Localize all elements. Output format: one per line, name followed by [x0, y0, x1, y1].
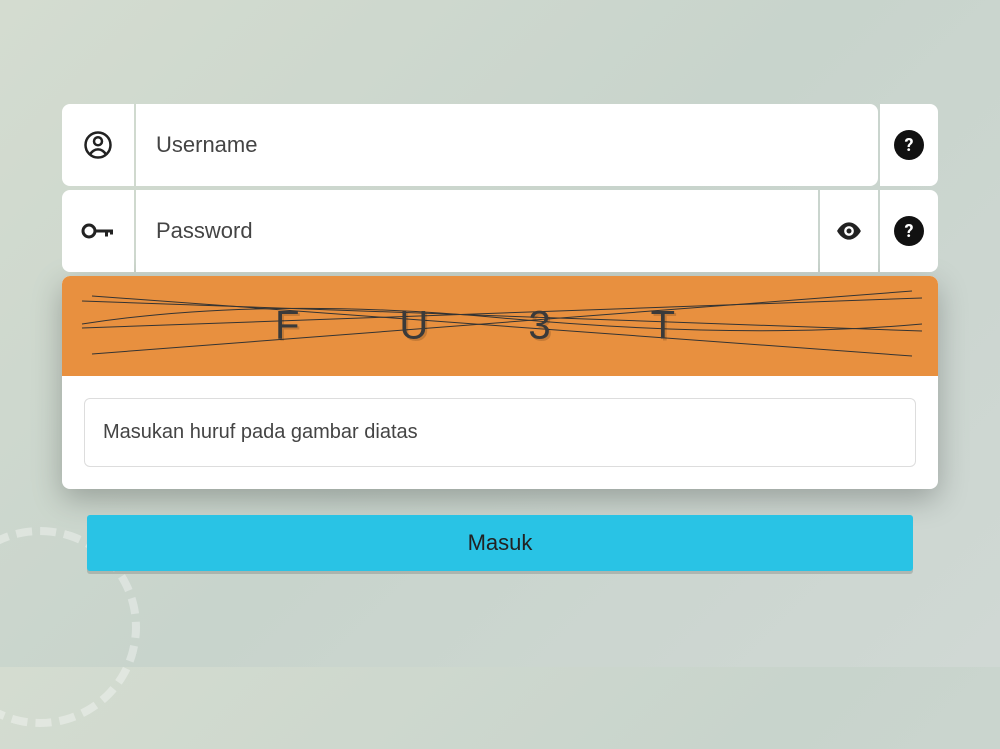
captcha-card: FU3T [62, 276, 938, 489]
captcha-text: FU3T [225, 304, 775, 349]
password-visibility-box [820, 190, 878, 272]
password-help-button[interactable]: ? [894, 216, 924, 246]
password-input-box [136, 190, 818, 272]
password-icon-box [62, 190, 134, 272]
username-row: ? [62, 104, 938, 186]
eye-icon[interactable] [836, 222, 862, 240]
password-input[interactable] [156, 218, 798, 244]
captcha-image: FU3T [62, 276, 938, 376]
username-help-box: ? [880, 104, 938, 186]
username-icon-box [62, 104, 134, 186]
captcha-input[interactable] [84, 398, 916, 467]
username-input[interactable] [156, 132, 858, 158]
password-help-box: ? [880, 190, 938, 272]
username-help-button[interactable]: ? [894, 130, 924, 160]
password-row: ? [62, 190, 938, 272]
username-input-box [136, 104, 878, 186]
user-icon [83, 130, 113, 160]
login-form: ? ? [62, 104, 938, 571]
submit-button[interactable]: Masuk [87, 515, 913, 571]
captcha-body [62, 376, 938, 489]
key-icon [81, 221, 115, 241]
